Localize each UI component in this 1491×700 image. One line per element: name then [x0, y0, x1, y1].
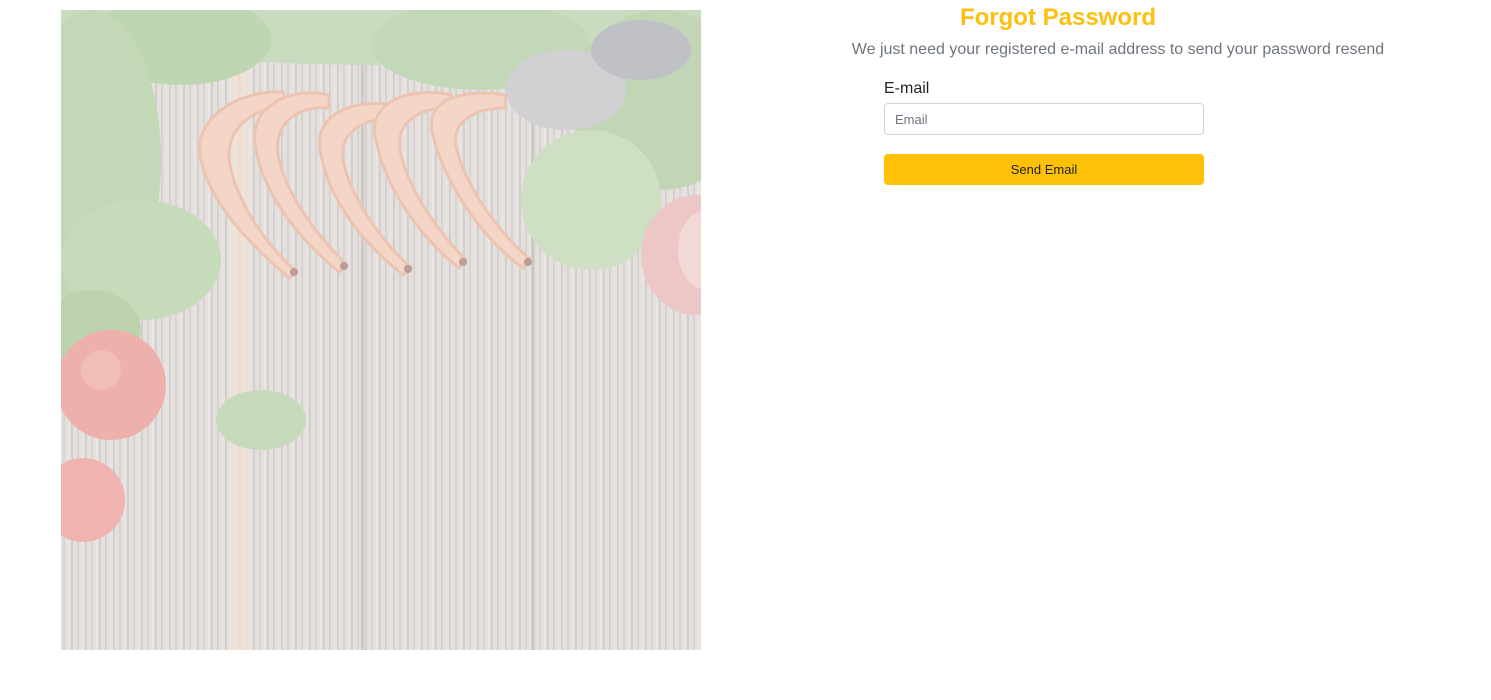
forgot-password-page: Forgot Password We just need your regist… [0, 0, 1491, 700]
email-label: E-mail [884, 80, 930, 97]
page-title: Forgot Password [959, 4, 1157, 31]
food-background-image [61, 10, 701, 650]
send-email-button[interactable]: Send Email [884, 154, 1204, 185]
page-subtitle: We just need your registered e-mail addr… [851, 41, 1385, 58]
email-field[interactable] [884, 103, 1204, 135]
